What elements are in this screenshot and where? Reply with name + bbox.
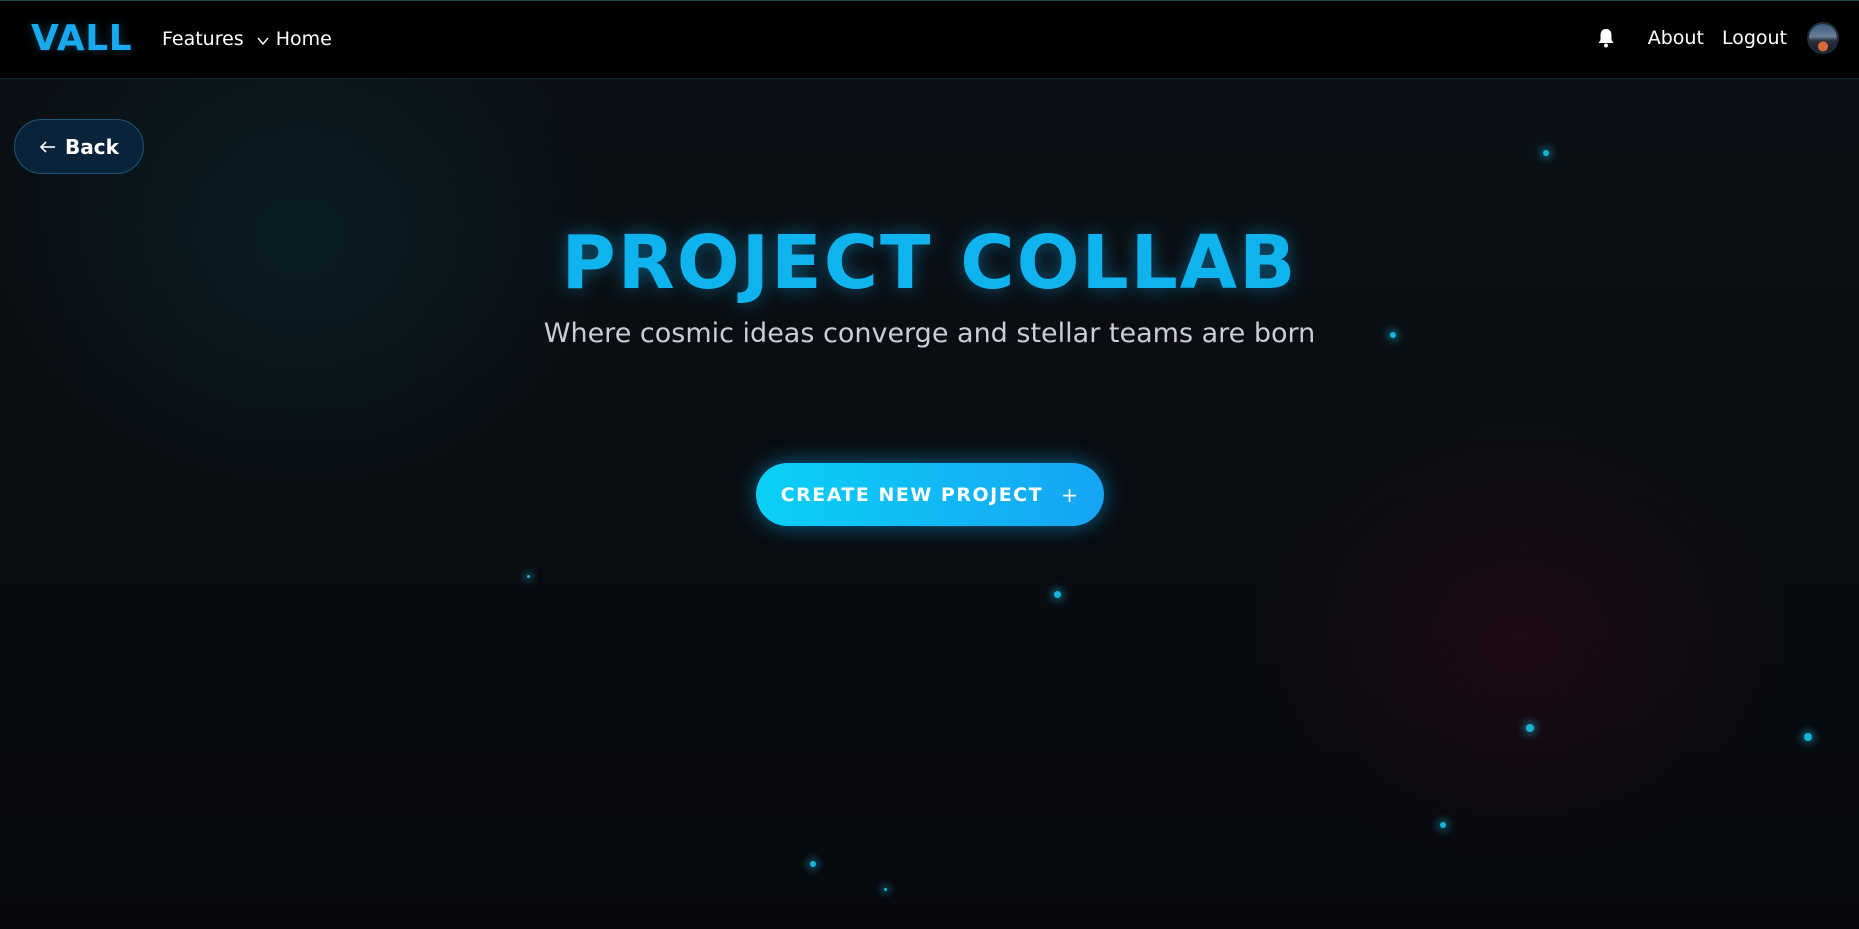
glow-particle <box>1440 822 1446 828</box>
nav-right-group: About Logout <box>1596 22 1839 54</box>
chevron-down-icon[interactable] <box>256 34 270 48</box>
glow-particle <box>884 888 887 891</box>
arrow-left-icon <box>39 140 56 153</box>
page-title: PROJECT COLLAB <box>561 220 1298 306</box>
glow-particle <box>1804 733 1812 741</box>
project-collab-page: VALL Features Home About Logout Back PRO… <box>0 0 1859 929</box>
create-new-project-button[interactable]: CREATE NEW PROJECT + <box>756 463 1104 526</box>
glow-particle <box>1526 724 1534 732</box>
glow-particle <box>1054 591 1061 598</box>
nav-about-link[interactable]: About <box>1648 27 1704 49</box>
glow-particle <box>1390 332 1396 338</box>
nav-features-link[interactable]: Features <box>162 28 244 50</box>
bell-icon[interactable] <box>1596 27 1616 49</box>
glow-particle <box>810 861 816 867</box>
glow-particle <box>527 575 530 578</box>
nav-left-group: Features Home <box>162 28 332 50</box>
plus-icon: + <box>1061 482 1080 507</box>
user-avatar[interactable] <box>1807 22 1839 54</box>
top-navbar: VALL Features Home About Logout <box>0 0 1859 79</box>
page-subtitle: Where cosmic ideas converge and stellar … <box>543 318 1316 349</box>
vall-logo[interactable]: VALL <box>31 18 132 59</box>
nav-home-link[interactable]: Home <box>276 28 332 50</box>
nav-logout-link[interactable]: Logout <box>1722 27 1787 49</box>
back-button-label: Back <box>65 134 119 159</box>
back-button[interactable]: Back <box>14 119 144 174</box>
create-new-project-label: CREATE NEW PROJECT <box>780 483 1044 506</box>
glow-particle <box>1543 150 1549 156</box>
